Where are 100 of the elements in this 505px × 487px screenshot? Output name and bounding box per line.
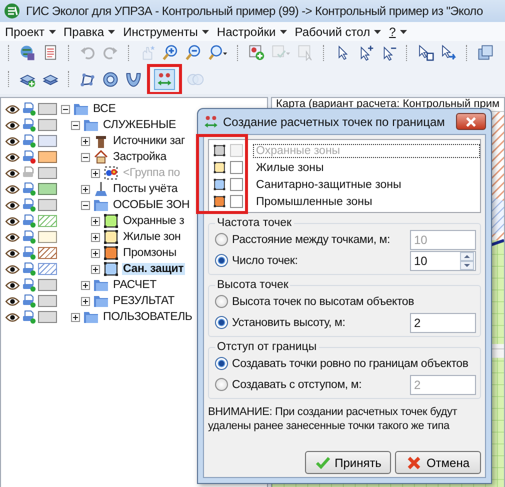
expand-icon[interactable] [91, 216, 100, 226]
checkbox[interactable] [230, 161, 243, 174]
tree-item[interactable]: РАСЧЕТ [112, 279, 158, 291]
printer-icon[interactable] [22, 246, 36, 260]
close-button[interactable] [456, 113, 486, 130]
radio-button[interactable] [215, 295, 228, 308]
eye-icon[interactable] [5, 104, 20, 114]
collapse-icon[interactable] [81, 152, 90, 162]
cancel-button[interactable]: Отмена [395, 451, 481, 474]
expand-icon[interactable] [91, 264, 100, 274]
list-item[interactable]: Жилые зоны [253, 160, 327, 174]
eye-icon[interactable] [5, 184, 20, 194]
color-swatch[interactable] [38, 151, 57, 163]
eye-icon[interactable] [5, 312, 20, 322]
printer-icon[interactable] [22, 182, 36, 196]
tree-item[interactable]: ПОЛЬЗОВАТЕЛЬ [102, 311, 194, 323]
tree-item[interactable]: Охранные з [122, 215, 186, 227]
color-swatch[interactable] [38, 311, 57, 323]
list-item[interactable]: Промышленные зоны [253, 194, 376, 208]
edit-object-icon [271, 44, 291, 61]
eye-icon[interactable] [5, 280, 20, 290]
eye-icon[interactable] [5, 264, 20, 274]
color-swatch[interactable] [38, 231, 57, 243]
printer-icon[interactable] [22, 294, 36, 308]
expand-icon[interactable] [91, 248, 100, 258]
toolbar-button[interactable] [206, 42, 230, 63]
menu-item[interactable]: Рабочий стол [292, 24, 386, 38]
eye-icon[interactable] [5, 120, 20, 130]
caret-icon [108, 30, 116, 34]
zoom-out-icon [185, 44, 202, 61]
radio-button[interactable] [215, 316, 228, 329]
expand-icon[interactable] [71, 312, 80, 322]
tree-item[interactable]: ВСЕ [92, 103, 117, 115]
checkbox[interactable] [230, 178, 243, 191]
printer-icon[interactable] [22, 214, 36, 228]
eye-icon[interactable] [5, 136, 20, 146]
printer-icon[interactable] [22, 262, 36, 276]
printer-icon[interactable] [22, 134, 36, 148]
option-label: Установить высоту, м: [232, 316, 346, 328]
expand-icon[interactable] [91, 232, 100, 242]
toolbar-button[interactable] [154, 68, 175, 90]
menu-item[interactable]: Инструменты [120, 24, 214, 38]
tree-item[interactable]: Сан. защит [122, 263, 185, 275]
list-item[interactable]: Санитарно-защитные зоны [253, 178, 404, 192]
color-swatch[interactable] [38, 247, 57, 259]
eye-icon[interactable] [5, 152, 20, 162]
eye-icon[interactable] [5, 248, 20, 258]
color-swatch[interactable] [38, 215, 57, 227]
printer-icon[interactable] [22, 278, 36, 292]
color-swatch[interactable] [38, 135, 57, 147]
caret-icon [400, 30, 407, 34]
checkbox[interactable] [230, 195, 243, 208]
eye-icon[interactable] [5, 200, 20, 210]
expand-icon[interactable] [81, 296, 90, 306]
printer-icon[interactable] [22, 198, 36, 212]
close-icon [466, 116, 476, 126]
eye-icon[interactable] [5, 216, 20, 226]
color-swatch[interactable] [38, 183, 57, 195]
color-swatch[interactable] [38, 103, 57, 115]
collapse-icon[interactable] [81, 200, 90, 210]
tree-item[interactable]: РЕЗУЛЬТАТ [112, 295, 176, 307]
expand-icon[interactable] [81, 184, 90, 194]
tree-item[interactable]: Жилые зон [122, 231, 182, 243]
tree-item[interactable]: СЛУЖЕБНЫЕ [102, 119, 177, 131]
printer-icon[interactable] [22, 118, 36, 132]
eye-icon[interactable] [5, 168, 20, 178]
radio-button[interactable] [215, 233, 228, 246]
printer-icon[interactable] [22, 230, 36, 244]
tree-item[interactable]: ОСОБЫЕ ЗОН [112, 199, 191, 211]
tree-item[interactable]: Источники заг [112, 135, 186, 147]
tree-item[interactable]: Промзоны [122, 247, 178, 259]
radio-button[interactable] [215, 254, 228, 267]
collapse-icon[interactable] [61, 104, 70, 114]
menu-item[interactable]: Проект [2, 24, 61, 38]
color-swatch[interactable] [38, 199, 57, 211]
radio-button[interactable] [215, 378, 228, 391]
spinner-icon[interactable] [460, 252, 474, 270]
expand-icon[interactable] [81, 136, 90, 146]
color-swatch[interactable] [38, 279, 57, 291]
printer-icon[interactable] [22, 310, 36, 324]
expand-icon[interactable] [81, 280, 90, 290]
printer-icon[interactable] [22, 102, 36, 116]
accept-button[interactable]: Принять [305, 451, 391, 474]
group-title: Частота точек [216, 217, 293, 229]
menu-item[interactable]: Правка [60, 24, 120, 38]
ring-icon [102, 70, 119, 88]
color-swatch[interactable] [38, 119, 57, 131]
color-swatch[interactable] [38, 263, 57, 275]
input-field[interactable]: 2 [410, 312, 476, 332]
caret-icon [48, 30, 56, 34]
collapse-icon[interactable] [71, 120, 80, 130]
printer-icon[interactable] [22, 150, 36, 164]
tree-item[interactable]: Посты учёта [112, 183, 179, 195]
tree-item[interactable]: Застройка [112, 151, 168, 163]
menu-item[interactable]: Настройки [214, 24, 292, 38]
menu-item[interactable]: ? [386, 24, 412, 38]
color-swatch[interactable] [38, 295, 57, 307]
radio-button[interactable] [215, 357, 228, 370]
eye-icon[interactable] [5, 296, 20, 306]
eye-icon[interactable] [5, 232, 20, 242]
